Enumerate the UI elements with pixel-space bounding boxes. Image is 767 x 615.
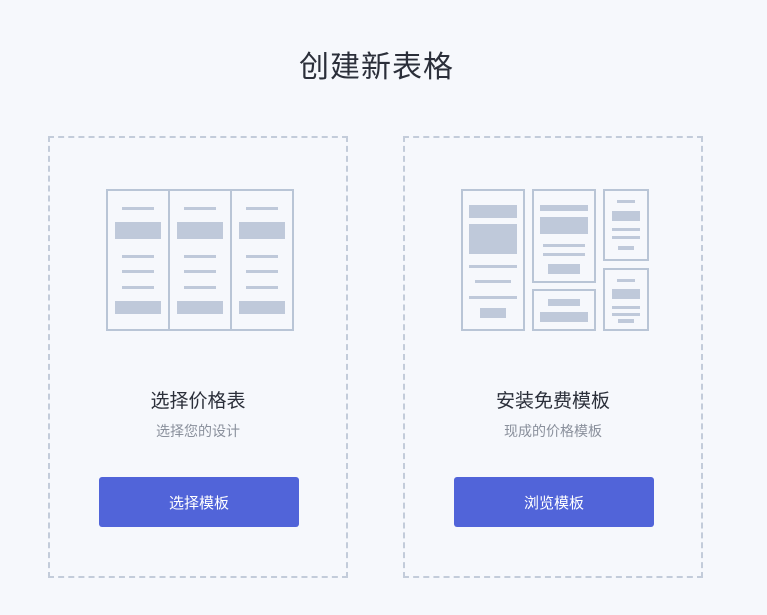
card-title: 选择价格表 xyxy=(150,390,246,412)
card-subtitle: 现成的价格模板 xyxy=(504,424,602,440)
card-title: 安装免费模板 xyxy=(495,390,610,412)
pricing-table-card[interactable]: 选择价格表 选择您的设计 选择模板 xyxy=(48,136,348,578)
choose-template-button[interactable]: 选择模板 xyxy=(99,477,299,527)
browse-templates-button[interactable]: 浏览模板 xyxy=(454,477,654,527)
free-template-card[interactable]: 安装免费模板 现成的价格模板 浏览模板 xyxy=(403,136,703,578)
card-subtitle: 选择您的设计 xyxy=(156,424,240,440)
template-gallery-icon xyxy=(461,189,649,331)
three-column-pricing-table-icon xyxy=(106,189,294,331)
page-title: 创建新表格 xyxy=(299,50,454,85)
